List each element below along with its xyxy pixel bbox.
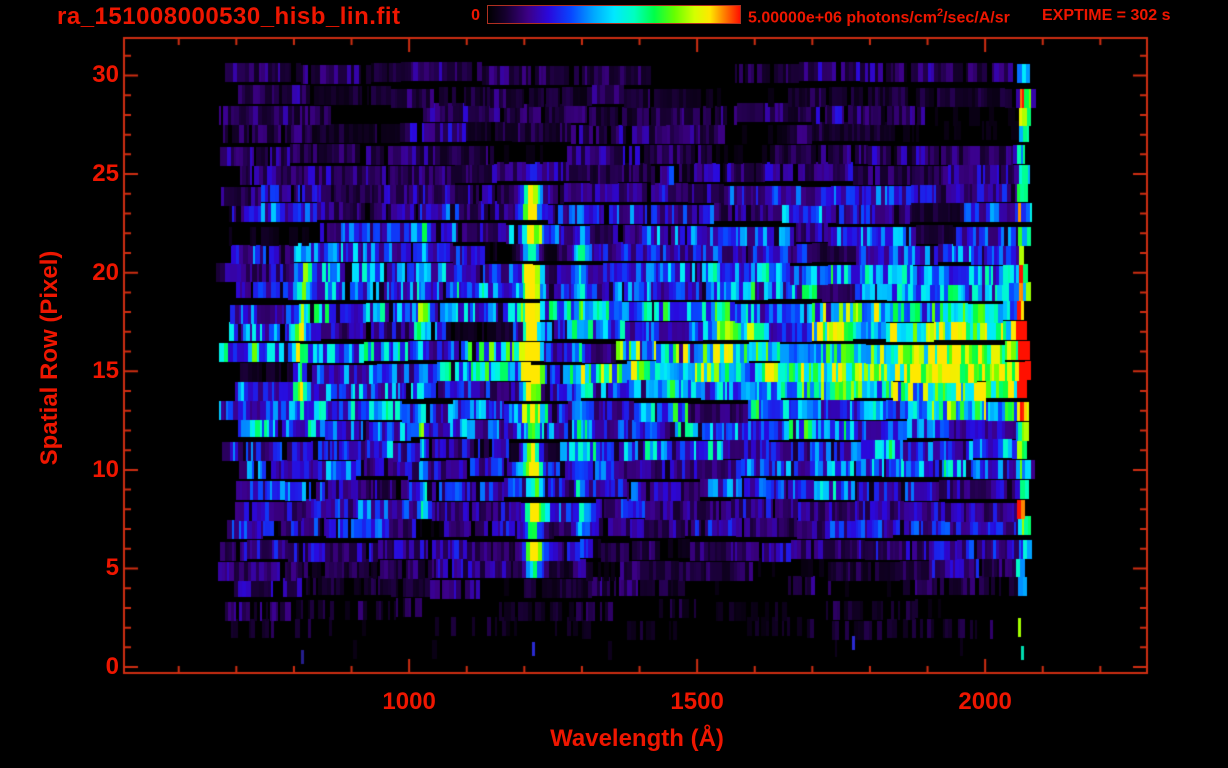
y-tick-label: 15 — [92, 357, 119, 385]
colorbar-min-label: 0 — [471, 7, 480, 24]
x-tick-label: 2000 — [958, 688, 1012, 715]
y-tick-label: 10 — [92, 455, 119, 483]
x-tick-label: 1500 — [670, 688, 724, 715]
y-axis-title: Spatial Row (Pixel) — [35, 250, 63, 466]
colorbar-max-suffix: /sec/A/sr — [943, 9, 1010, 27]
plot-title: ra_151008000530_hisb_lin.fit — [57, 3, 401, 30]
y-tick-label: 5 — [105, 554, 119, 582]
y-tick-label: 20 — [92, 258, 119, 286]
x-axis-title: Wavelength (Å) — [550, 725, 724, 752]
colorbar — [487, 5, 741, 24]
y-tick-label: 0 — [105, 653, 119, 681]
spectrogram-viewer: ra_151008000530_hisb_lin.fit 0 5.00000e+… — [0, 0, 1228, 768]
spectrogram-canvas — [0, 0, 1228, 768]
colorbar-max-label: 5.00000e+06 photons/cm2/sec/A/sr — [748, 7, 1010, 27]
y-tick-label: 25 — [92, 160, 119, 188]
x-tick-label: 1000 — [382, 688, 436, 715]
y-tick-label: 30 — [92, 61, 119, 89]
colorbar-max-prefix: 5.00000e+06 photons/cm — [748, 9, 937, 27]
exptime-label: EXPTIME = 302 s — [1042, 7, 1171, 24]
